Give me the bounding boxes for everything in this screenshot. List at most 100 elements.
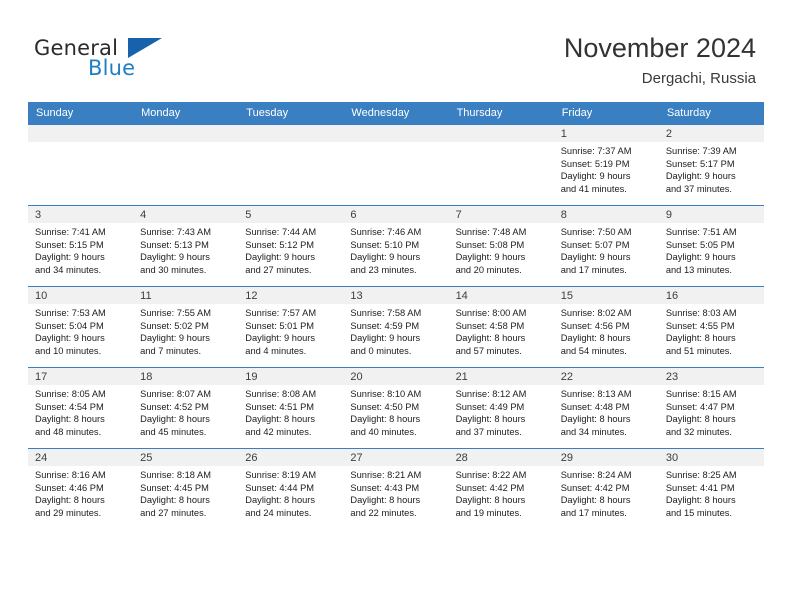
day-number: 30 [658,449,764,466]
day-details: Sunrise: 7:44 AM Sunset: 5:12 PM Daylight:… [238,223,343,276]
daylight-text-line1: Daylight: 8 hours [35,495,105,506]
calendar-day-cell[interactable]: 12 Sunrise: 7:57 AM Sunset: 5:01 PM Dayligh… [238,286,344,368]
day-number: 21 [448,368,554,385]
day-number: 16 [658,287,764,304]
calendar-day-cell[interactable]: 8 Sunrise: 7:50 AM Sunset: 5:07 PM Daylight… [553,205,659,287]
calendar-day-cell[interactable]: 20 Sunrise: 8:10 AM Sunset: 4:50 PM Dayligh… [343,367,449,449]
calendar-day-cell[interactable]: 13 Sunrise: 7:58 AM Sunset: 4:59 PM Dayligh… [343,286,449,368]
sunrise-text: Sunrise: 8:18 AM [140,470,211,480]
day-details: Sunrise: 7:37 AM Sunset: 5:19 PM Daylight:… [554,142,659,195]
calendar-day-cell[interactable]: 1 Sunrise: 7:37 AM Sunset: 5:19 PM Daylight… [553,125,659,206]
sunset-text: Sunset: 5:13 PM [140,239,209,250]
day-details: Sunrise: 8:07 AM Sunset: 4:52 PM Daylight:… [133,385,238,438]
brand-logo[interactable]: General Blue [34,36,214,84]
day-number [238,125,344,142]
calendar-day-cell[interactable]: 30 Sunrise: 8:25 AM Sunset: 4:41 PM Dayligh… [658,448,764,529]
sunset-text: Sunset: 4:46 PM [35,482,104,493]
sunset-text: Sunset: 5:19 PM [560,158,630,169]
day-details: Sunrise: 8:00 AM Sunset: 4:58 PM Daylight:… [449,304,554,357]
calendar-day-cell-empty [28,125,134,206]
sunrise-text: Sunrise: 7:46 AM [350,227,422,237]
day-number [133,125,239,142]
day-number: 15 [553,287,659,304]
weekday-header-monday: Monday [133,102,239,125]
daylight-text-line2: and 45 minutes. [140,426,207,437]
day-details: Sunrise: 8:05 AM Sunset: 4:54 PM Daylight:… [28,385,133,438]
day-number: 14 [448,287,554,304]
day-details: Sunrise: 8:10 AM Sunset: 4:50 PM Daylight:… [343,385,448,438]
sunset-text: Sunset: 4:41 PM [665,482,735,493]
sunset-text: Sunset: 4:42 PM [455,482,525,493]
daylight-text-line2: and 34 minutes. [35,264,102,275]
day-number [28,125,134,142]
calendar-day-cell[interactable]: 28 Sunrise: 8:22 AM Sunset: 4:42 PM Dayligh… [448,448,554,529]
calendar-day-cell[interactable]: 29 Sunrise: 8:24 AM Sunset: 4:42 PM Dayligh… [553,448,659,529]
calendar-day-cell[interactable]: 7 Sunrise: 7:48 AM Sunset: 5:08 PM Daylight… [448,205,554,287]
calendar-day-cell-empty [238,125,344,206]
calendar-day-cell[interactable]: 10 Sunrise: 7:53 AM Sunset: 5:04 PM Dayligh… [28,286,134,368]
calendar-day-cell[interactable]: 9 Sunrise: 7:51 AM Sunset: 5:05 PM Daylight… [658,205,764,287]
weekday-header-friday: Friday [553,102,659,125]
daylight-text-line2: and 23 minutes. [350,264,417,275]
sunset-text: Sunset: 4:51 PM [245,401,315,412]
calendar-table: Sunday Monday Tuesday Wednesday Thursday… [28,102,764,529]
calendar-day-cell[interactable]: 19 Sunrise: 8:08 AM Sunset: 4:51 PM Dayligh… [238,367,344,449]
sunset-text: Sunset: 5:15 PM [35,239,104,250]
day-details: Sunrise: 7:57 AM Sunset: 5:01 PM Daylight:… [238,304,343,357]
calendar-day-cell[interactable]: 3 Sunrise: 7:41 AM Sunset: 5:15 PM Daylight… [28,205,134,287]
calendar-day-cell[interactable]: 2 Sunrise: 7:39 AM Sunset: 5:17 PM Daylight… [658,125,764,206]
sunrise-text: Sunrise: 7:37 AM [560,146,632,156]
sunset-text: Sunset: 4:55 PM [665,320,735,331]
daylight-text-line1: Daylight: 9 hours [140,252,210,263]
calendar-day-cell[interactable]: 18 Sunrise: 8:07 AM Sunset: 4:52 PM Dayligh… [133,367,239,449]
weekday-header-thursday: Thursday [448,102,554,125]
day-number: 9 [658,206,764,223]
calendar-week-row: 1 Sunrise: 7:37 AM Sunset: 5:19 PM Daylight… [28,125,764,206]
daylight-text-line1: Daylight: 9 hours [560,252,631,263]
calendar-day-cell[interactable]: 6 Sunrise: 7:46 AM Sunset: 5:10 PM Daylight… [343,205,449,287]
daylight-text-line1: Daylight: 8 hours [665,495,736,506]
calendar-day-cell[interactable]: 23 Sunrise: 8:15 AM Sunset: 4:47 PM Dayligh… [658,367,764,449]
sunrise-text: Sunrise: 7:50 AM [560,227,632,237]
sunrise-text: Sunrise: 7:58 AM [350,308,422,318]
sunset-text: Sunset: 4:47 PM [665,401,735,412]
day-number [343,125,449,142]
sunrise-text: Sunrise: 8:00 AM [455,308,527,318]
calendar-day-cell[interactable]: 22 Sunrise: 8:13 AM Sunset: 4:48 PM Dayligh… [553,367,659,449]
calendar-day-cell[interactable]: 5 Sunrise: 7:44 AM Sunset: 5:12 PM Daylight… [238,205,344,287]
calendar-day-cell[interactable]: 25 Sunrise: 8:18 AM Sunset: 4:45 PM Dayligh… [133,448,239,529]
day-details: Sunrise: 8:18 AM Sunset: 4:45 PM Daylight:… [133,466,238,519]
day-number: 3 [28,206,134,223]
calendar-day-cell[interactable]: 24 Sunrise: 8:16 AM Sunset: 4:46 PM Dayligh… [28,448,134,529]
day-number: 5 [238,206,344,223]
day-number: 11 [133,287,239,304]
calendar-day-cell[interactable]: 16 Sunrise: 8:03 AM Sunset: 4:55 PM Dayligh… [658,286,764,368]
sunrise-text: Sunrise: 8:25 AM [665,470,737,480]
calendar-day-cell[interactable]: 14 Sunrise: 8:00 AM Sunset: 4:58 PM Dayligh… [448,286,554,368]
sunset-text: Sunset: 5:05 PM [665,239,735,250]
sunset-text: Sunset: 4:52 PM [140,401,209,412]
day-details: Sunrise: 7:43 AM Sunset: 5:13 PM Daylight:… [133,223,238,276]
day-number: 24 [28,449,134,466]
calendar-day-cell[interactable]: 11 Sunrise: 7:55 AM Sunset: 5:02 PM Dayligh… [133,286,239,368]
sunrise-text: Sunrise: 8:15 AM [665,389,737,399]
calendar-day-cell[interactable]: 27 Sunrise: 8:21 AM Sunset: 4:43 PM Dayligh… [343,448,449,529]
calendar-day-cell[interactable]: 26 Sunrise: 8:19 AM Sunset: 4:44 PM Dayligh… [238,448,344,529]
day-number: 23 [658,368,764,385]
day-number: 6 [343,206,449,223]
day-details: Sunrise: 8:08 AM Sunset: 4:51 PM Daylight:… [238,385,343,438]
calendar-day-cell[interactable]: 4 Sunrise: 7:43 AM Sunset: 5:13 PM Daylight… [133,205,239,287]
daylight-text-line1: Daylight: 8 hours [560,414,631,425]
daylight-text-line2: and 27 minutes. [245,264,312,275]
sunset-text: Sunset: 5:08 PM [455,239,525,250]
sunrise-text: Sunrise: 7:44 AM [245,227,317,237]
daylight-text-line1: Daylight: 9 hours [665,171,736,182]
daylight-text-line1: Daylight: 9 hours [245,333,316,344]
calendar-day-cell[interactable]: 17 Sunrise: 8:05 AM Sunset: 4:54 PM Dayligh… [28,367,134,449]
daylight-text-line2: and 10 minutes. [35,345,102,356]
daylight-text-line2: and 29 minutes. [35,507,102,518]
calendar-day-cell[interactable]: 15 Sunrise: 8:02 AM Sunset: 4:56 PM Dayligh… [553,286,659,368]
calendar-day-cell[interactable]: 21 Sunrise: 8:12 AM Sunset: 4:49 PM Dayligh… [448,367,554,449]
day-details: Sunrise: 7:53 AM Sunset: 5:04 PM Daylight:… [28,304,133,357]
daylight-text-line1: Daylight: 9 hours [350,252,421,263]
